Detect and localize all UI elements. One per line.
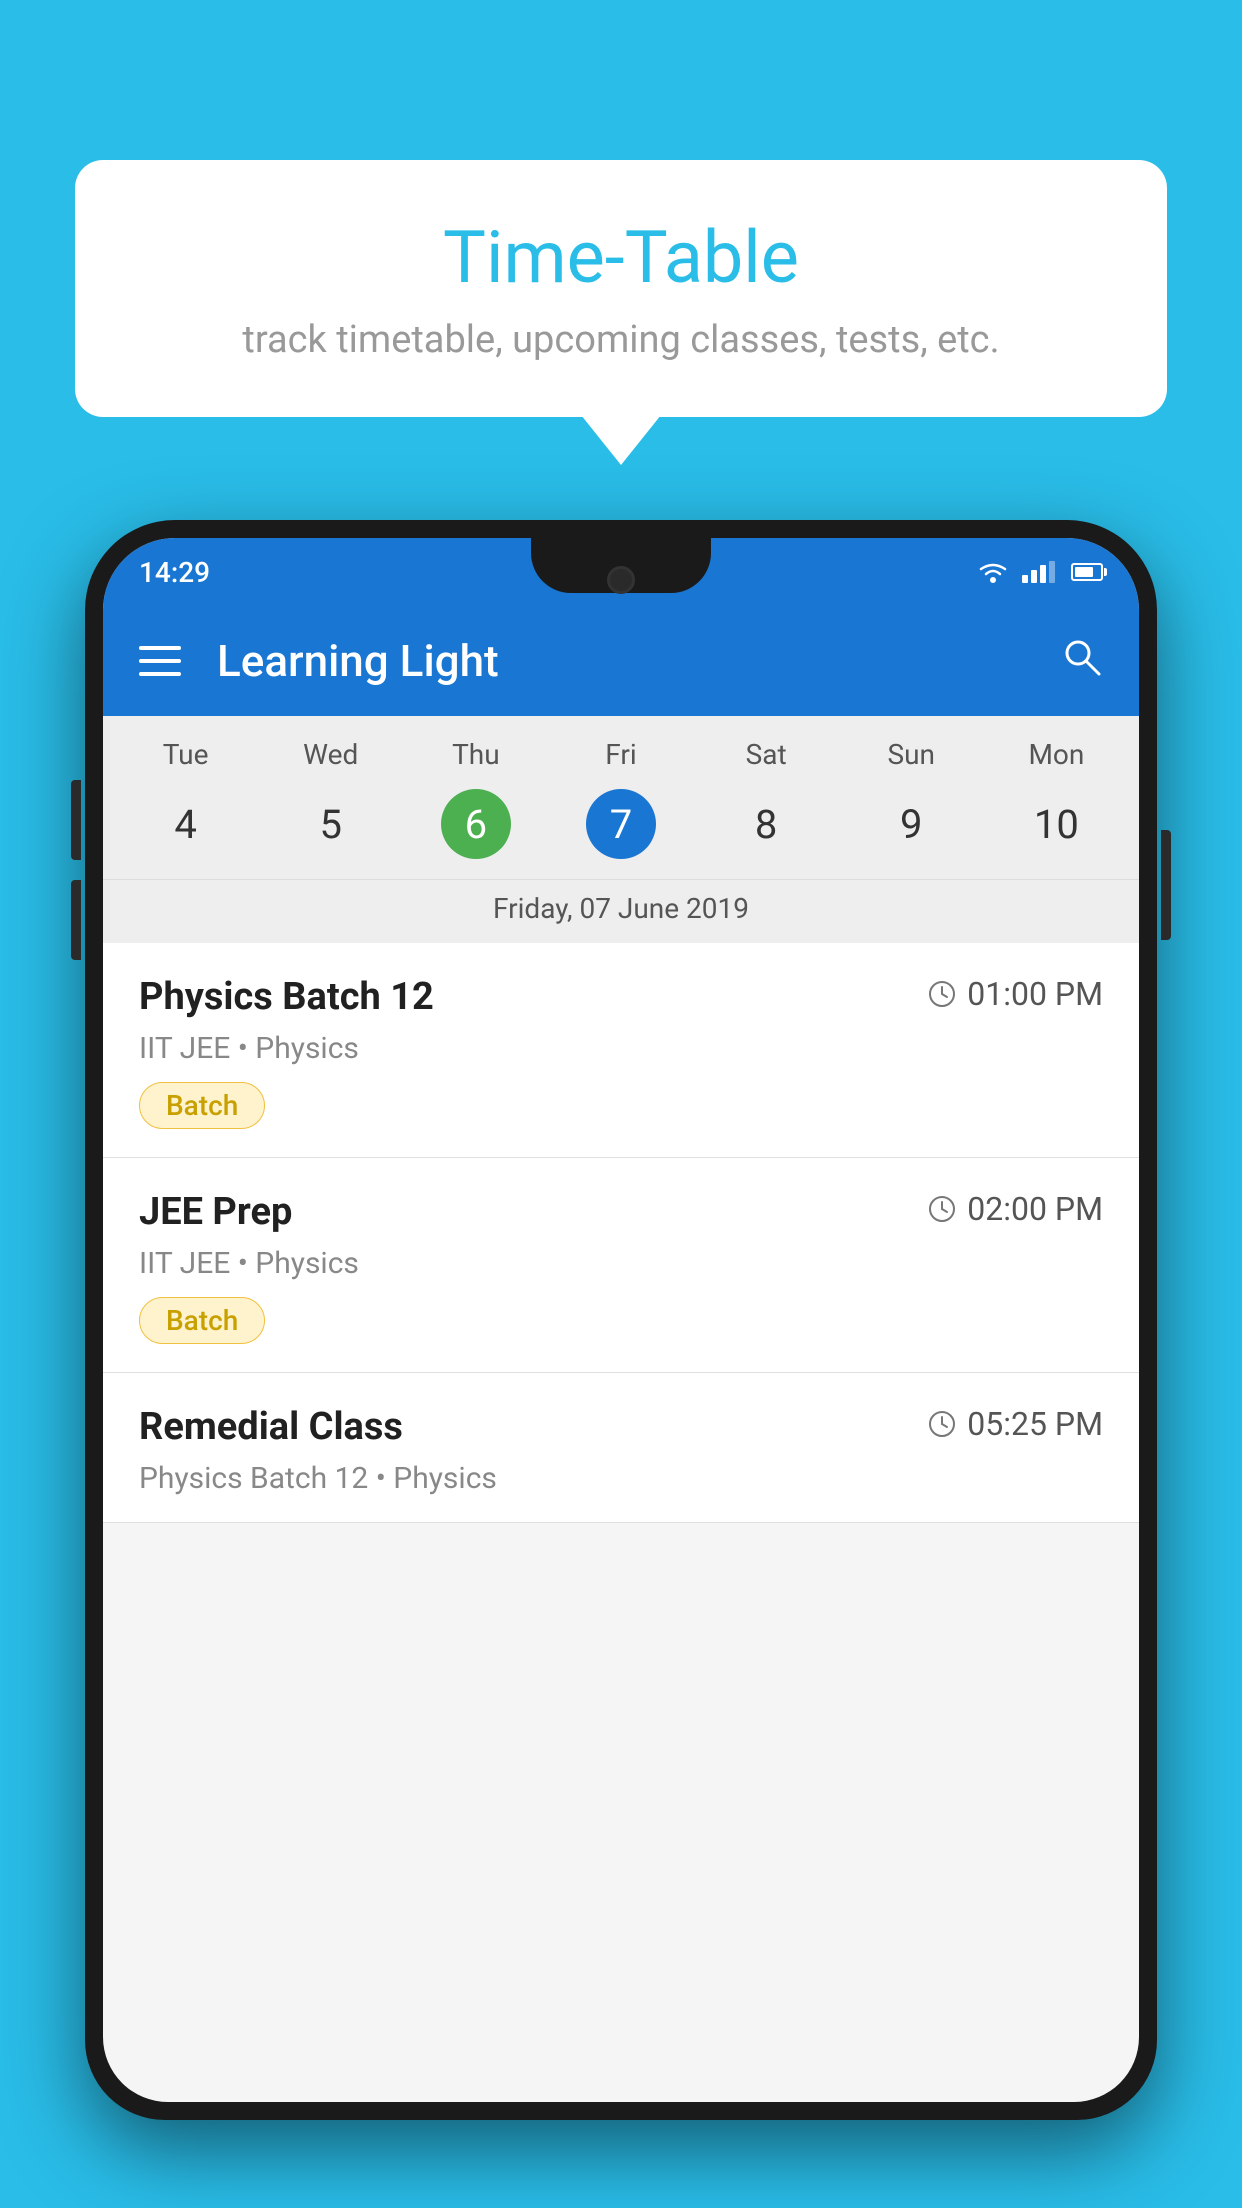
schedule-item-subject: IIT JEE • Physics <box>139 1031 1103 1066</box>
bubble-title: Time-Table <box>135 215 1107 300</box>
day-thu[interactable]: Thu <box>403 738 548 781</box>
day-wed[interactable]: Wed <box>258 738 403 781</box>
clock-icon <box>927 1409 957 1439</box>
batch-tag: Batch <box>139 1297 265 1344</box>
schedule-item[interactable]: Physics Batch 12 01:00 PM IIT JEE • Phys… <box>103 943 1139 1158</box>
hamburger-menu-button[interactable] <box>139 646 181 676</box>
day-mon[interactable]: Mon <box>984 738 1129 781</box>
date-4[interactable]: 4 <box>113 781 258 875</box>
schedule-item-time: 02:00 PM <box>927 1190 1103 1228</box>
volume-down-button <box>71 880 81 960</box>
app-bar: Learning Light <box>103 606 1139 716</box>
schedule-item-header: Remedial Class 05:25 PM <box>139 1405 1103 1449</box>
status-time: 14:29 <box>139 556 210 589</box>
date-9[interactable]: 9 <box>839 781 984 875</box>
calendar-dates-row: 4 5 6 7 8 9 10 <box>103 781 1139 875</box>
front-camera <box>607 566 635 594</box>
date-7[interactable]: 7 <box>548 781 693 875</box>
schedule-item-time: 05:25 PM <box>927 1405 1103 1443</box>
schedule-item-subject: IIT JEE • Physics <box>139 1246 1103 1281</box>
schedule-item-header: JEE Prep 02:00 PM <box>139 1190 1103 1234</box>
day-sun[interactable]: Sun <box>839 738 984 781</box>
search-button[interactable] <box>1059 634 1103 689</box>
battery-icon <box>1071 563 1103 581</box>
schedule-list: Physics Batch 12 01:00 PM IIT JEE • Phys… <box>103 943 1139 1523</box>
speech-bubble-container: Time-Table track timetable, upcoming cla… <box>75 160 1167 417</box>
phone-mockup: 14:29 <box>85 520 1157 2208</box>
wifi-icon <box>976 560 1010 584</box>
schedule-item-title: Physics Batch 12 <box>139 975 434 1019</box>
volume-up-button <box>71 780 81 860</box>
date-5[interactable]: 5 <box>258 781 403 875</box>
day-tue[interactable]: Tue <box>113 738 258 781</box>
schedule-item-title: JEE Prep <box>139 1190 292 1234</box>
schedule-item-time: 01:00 PM <box>927 975 1103 1013</box>
clock-icon <box>927 979 957 1009</box>
clock-icon <box>927 1194 957 1224</box>
calendar-header: Tue Wed Thu Fri Sat Sun Mon 4 5 6 7 <box>103 716 1139 943</box>
signal-icon <box>1022 561 1055 583</box>
date-6[interactable]: 6 <box>403 781 548 875</box>
schedule-item[interactable]: Remedial Class 05:25 PM Physics Batch 12… <box>103 1373 1139 1523</box>
phone-body: 14:29 <box>85 520 1157 2120</box>
batch-tag: Batch <box>139 1082 265 1129</box>
schedule-item-subject: Physics Batch 12 • Physics <box>139 1461 1103 1496</box>
date-6-today[interactable]: 6 <box>441 789 511 859</box>
status-icons <box>976 560 1103 584</box>
date-8[interactable]: 8 <box>694 781 839 875</box>
schedule-item[interactable]: JEE Prep 02:00 PM IIT JEE • Physics Batc… <box>103 1158 1139 1373</box>
power-button <box>1161 830 1171 940</box>
calendar-days-row: Tue Wed Thu Fri Sat Sun Mon <box>103 738 1139 781</box>
selected-date-label: Friday, 07 June 2019 <box>103 879 1139 943</box>
speech-bubble: Time-Table track timetable, upcoming cla… <box>75 160 1167 417</box>
schedule-item-header: Physics Batch 12 01:00 PM <box>139 975 1103 1019</box>
date-7-selected[interactable]: 7 <box>586 789 656 859</box>
bubble-subtitle: track timetable, upcoming classes, tests… <box>135 318 1107 362</box>
date-10[interactable]: 10 <box>984 781 1129 875</box>
schedule-item-title: Remedial Class <box>139 1405 403 1449</box>
day-sat[interactable]: Sat <box>694 738 839 781</box>
app-bar-title: Learning Light <box>217 635 1059 687</box>
day-fri[interactable]: Fri <box>548 738 693 781</box>
phone-notch <box>531 538 711 593</box>
phone-screen: 14:29 <box>103 538 1139 2102</box>
